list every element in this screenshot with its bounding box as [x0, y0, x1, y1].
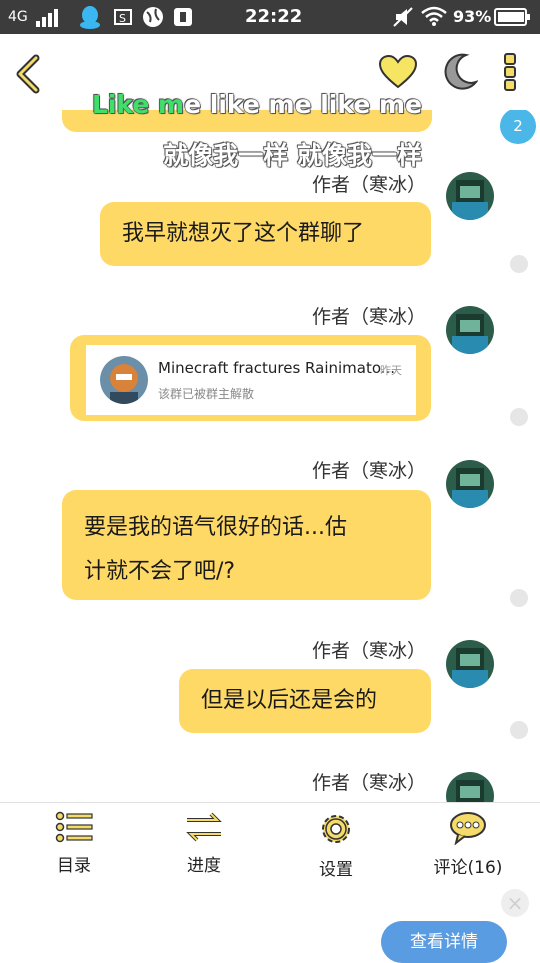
- subtitle-line-2: 就像我一样 就像我一样: [163, 141, 423, 171]
- moon-icon[interactable]: [440, 52, 478, 92]
- author-avatar[interactable]: [446, 772, 494, 802]
- subtitle-highlight: Like m: [91, 90, 185, 120]
- message-bubble[interactable]: 但是以后还是会的: [179, 669, 431, 733]
- nav-comments[interactable]: 评论(16): [418, 811, 518, 878]
- wifi-icon: [421, 6, 447, 26]
- message-line: 计就不会了吧/?: [84, 559, 236, 584]
- battery-icon: [494, 8, 530, 26]
- bottom-nav: 目录 进度 设置 评论(16) × 查看详情: [0, 802, 540, 963]
- notification-icon: [174, 8, 192, 26]
- group-avatar: [100, 356, 148, 404]
- author-name: 作者（寒冰）: [312, 640, 427, 662]
- message-line: 要是我的语气很好的话...估: [84, 515, 347, 540]
- battery-percent: 93%: [453, 7, 492, 26]
- svg-text:S: S: [119, 12, 126, 25]
- message-bubble[interactable]: 要是我的语气很好的话...估 计就不会了吧/?: [62, 490, 431, 600]
- read-indicator: [510, 255, 528, 273]
- list-icon: [55, 811, 93, 843]
- nav-label: 进度: [187, 856, 221, 876]
- nav-progress[interactable]: 进度: [154, 811, 254, 876]
- card-time: 昨天: [380, 364, 402, 377]
- qq-icon: [80, 6, 100, 29]
- nav-settings[interactable]: 设置: [286, 811, 386, 880]
- swap-arrows-icon: [186, 812, 222, 842]
- back-arrow-icon[interactable]: [12, 54, 44, 94]
- subtitle-line-1: Like me like me like me: [91, 90, 423, 120]
- comment-bubble-icon: [450, 812, 486, 846]
- author-name: 作者（寒冰）: [312, 306, 427, 328]
- author-name: 作者（寒冰）: [312, 174, 427, 196]
- signal-icon: [36, 9, 58, 27]
- read-indicator: [510, 589, 528, 607]
- view-details-button[interactable]: 查看详情: [381, 921, 507, 963]
- close-icon[interactable]: ×: [501, 889, 529, 917]
- card-subtitle: 该群已被群主解散: [158, 387, 255, 401]
- screenshot-icon: S: [114, 9, 132, 25]
- author-avatar[interactable]: [446, 172, 494, 220]
- subtitle-rest: e like me like me: [184, 90, 423, 120]
- author-name: 作者（寒冰）: [312, 460, 427, 482]
- author-avatar[interactable]: [446, 460, 494, 508]
- more-icon[interactable]: [500, 52, 520, 92]
- globe-icon: [143, 7, 163, 27]
- unread-badge[interactable]: 2: [500, 110, 536, 144]
- author-name: 作者（寒冰）: [312, 772, 427, 794]
- nav-label: 评论(16): [433, 858, 503, 878]
- group-share-card[interactable]: Minecraft fractures Rainimato... 昨天 该群已被…: [86, 345, 416, 415]
- author-avatar[interactable]: [446, 306, 494, 354]
- card-title: Minecraft fractures Rainimato...: [158, 359, 396, 377]
- clock: 22:22: [245, 6, 303, 27]
- nav-catalog[interactable]: 目录: [24, 811, 124, 876]
- read-indicator: [510, 408, 528, 426]
- mute-icon: [393, 7, 413, 27]
- status-bar: 4G S 22:22 93%: [0, 0, 540, 34]
- nav-label: 目录: [57, 856, 91, 876]
- heart-icon[interactable]: [378, 54, 418, 90]
- message-bubble[interactable]: 我早就想灭了这个群聊了: [100, 202, 431, 266]
- read-indicator: [510, 721, 528, 739]
- chat-area[interactable]: 2 作者（寒冰） 我早就想灭了这个群聊了 作者（寒冰） Minecraft fr…: [0, 110, 540, 802]
- nav-label: 设置: [319, 860, 353, 880]
- author-avatar[interactable]: [446, 640, 494, 688]
- network-type: 4G: [8, 9, 28, 25]
- gear-icon: [322, 815, 350, 843]
